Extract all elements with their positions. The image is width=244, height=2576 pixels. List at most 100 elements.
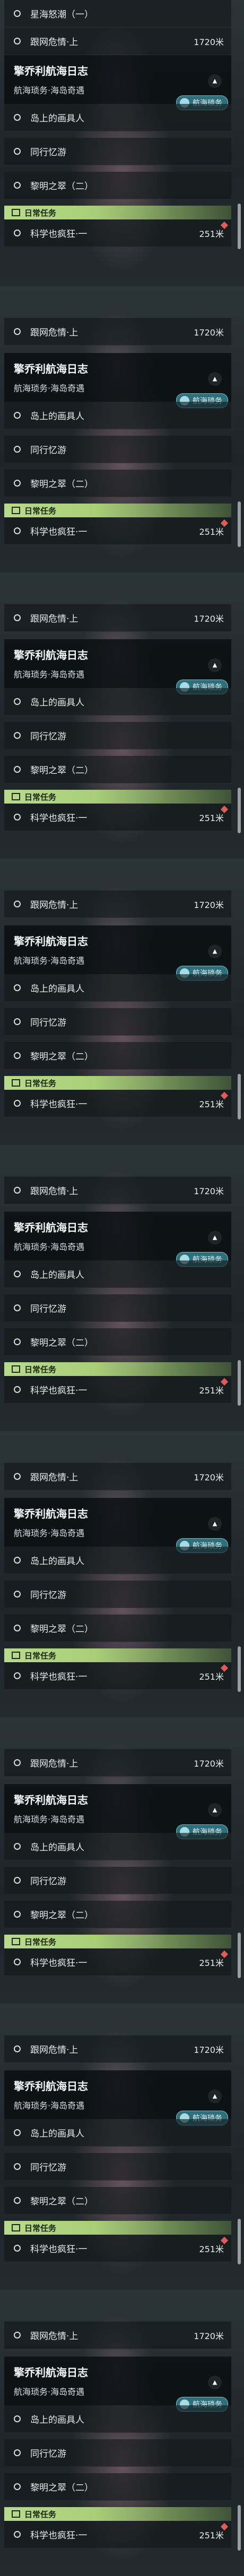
- quest-item[interactable]: 岛上的画具人: [4, 2119, 231, 2147]
- quest-item[interactable]: 同行忆游: [4, 1294, 231, 1322]
- quest-item-label: 岛上的画具人: [30, 2415, 84, 2425]
- quest-item[interactable]: 同行忆游: [4, 2439, 231, 2467]
- daily-task-banner: 日常任务: [4, 1362, 231, 1376]
- quest-distance: 251米: [199, 228, 224, 239]
- quest-distance: 1720米: [194, 37, 224, 47]
- scrollbar-thumb[interactable]: [238, 1074, 241, 1119]
- circle-icon: [14, 1018, 21, 1025]
- quest-item-label: 科学也疯狂·一: [30, 1099, 88, 1110]
- scrollbar-thumb[interactable]: [238, 204, 241, 249]
- quest-item[interactable]: 黎明之翠（二）: [4, 2187, 231, 2215]
- quest-item[interactable]: 科学也疯狂·一 251米: [4, 219, 231, 247]
- quest-group-header[interactable]: 擎乔利航海日志 航海琐务·海岛奇遇 ▲ 航海琐务: [4, 2070, 231, 2125]
- quest-group-header[interactable]: 擎乔利航海日志 航海琐务·海岛奇遇 ▲ 航海琐务: [4, 55, 231, 110]
- quest-group-header[interactable]: 擎乔利航海日志 航海琐务·海岛奇遇 ▲ 航海琐务: [4, 1498, 231, 1553]
- quest-list-page: 星海怒潮（一） 跟网危情·上 1720米 擎乔利航海日志 航海琐务·海岛奇遇 ▲ 航海琐务岛…: [0, 0, 244, 2576]
- collapse-caret-icon[interactable]: ▲: [208, 2089, 222, 2103]
- quest-item-label: 科学也疯狂·一: [30, 813, 88, 824]
- quest-item[interactable]: 科学也疯狂·一 251米: [4, 804, 231, 831]
- scrollbar-thumb[interactable]: [238, 1360, 241, 1406]
- circle-icon: [14, 480, 21, 487]
- daily-task-icon: [12, 1079, 20, 1087]
- quest-item[interactable]: 科学也疯狂·一 251米: [4, 1948, 231, 1976]
- collapse-caret-icon[interactable]: ▲: [208, 372, 222, 386]
- quest-item[interactable]: 岛上的画具人: [4, 104, 231, 131]
- quest-item[interactable]: 黎明之翠（二）: [4, 1615, 231, 1642]
- collapse-caret-icon[interactable]: ▲: [208, 1231, 222, 1245]
- quest-item[interactable]: 同行忆游: [4, 436, 231, 463]
- quest-item[interactable]: 科学也疯狂·一 251米: [4, 2521, 231, 2548]
- scrollbar-thumb[interactable]: [238, 2219, 241, 2264]
- collapse-caret-icon[interactable]: ▲: [208, 1803, 222, 1817]
- quest-item[interactable]: 跟网危情·上 1720米: [4, 1749, 231, 1777]
- quest-distance: 251米: [199, 813, 224, 823]
- quest-distance: 1720米: [194, 1472, 224, 1483]
- circle-icon: [14, 1759, 21, 1766]
- quest-item[interactable]: 岛上的画具人: [4, 1833, 231, 1860]
- quest-group-subtitle: 航海琐务·海岛奇遇: [14, 956, 85, 966]
- quest-item[interactable]: 同行忆游: [4, 1008, 231, 1036]
- quest-item[interactable]: 跟网危情·上 1720米: [4, 1177, 231, 1204]
- quest-item[interactable]: 同行忆游: [4, 2153, 231, 2181]
- daily-task-label: 日常任务: [24, 792, 57, 802]
- quest-item-label: 岛上的画具人: [30, 984, 84, 994]
- quest-item[interactable]: 黎明之翠（二）: [4, 2473, 231, 2501]
- quest-item[interactable]: 科学也疯狂·一 251米: [4, 1090, 231, 1117]
- quest-item[interactable]: 黎明之翠（二）: [4, 756, 231, 783]
- quest-group-header[interactable]: 擎乔利航海日志 航海琐务·海岛奇遇 ▲ 航海琐务: [4, 1784, 231, 1839]
- quest-item[interactable]: 岛上的画具人: [4, 688, 231, 716]
- quest-item[interactable]: 跟网危情·上 1720米: [4, 890, 231, 918]
- quest-item[interactable]: 跟网危情·上 1720米: [4, 2322, 231, 2349]
- quest-item[interactable]: 科学也疯狂·一 251米: [4, 2235, 231, 2262]
- quest-group-header[interactable]: 擎乔利航海日志 航海琐务·海岛奇遇 ▲ 航海琐务: [4, 353, 231, 408]
- quest-item[interactable]: 星海怒潮（一）: [4, 0, 231, 28]
- collapse-caret-icon[interactable]: ▲: [208, 74, 222, 88]
- quest-item[interactable]: 跟网危情·上 1720米: [4, 604, 231, 632]
- collapse-caret-icon[interactable]: ▲: [208, 2376, 222, 2389]
- quest-item[interactable]: 岛上的画具人: [4, 974, 231, 1002]
- quest-group-header[interactable]: 擎乔利航海日志 航海琐务·海岛奇遇 ▲ 航海琐务: [4, 2357, 231, 2412]
- quest-item[interactable]: 黎明之翠（二）: [4, 1042, 231, 1070]
- scrollbar-thumb[interactable]: [238, 788, 241, 833]
- quest-group-title: 擎乔利航海日志: [14, 1221, 88, 1234]
- quest-item[interactable]: 跟网危情·上 1720米: [4, 1463, 231, 1490]
- quest-item[interactable]: 科学也疯狂·一 251米: [4, 1662, 231, 1690]
- circle-icon: [14, 984, 21, 991]
- quest-item-label: 岛上的画具人: [30, 113, 84, 124]
- circle-icon: [14, 1338, 21, 1345]
- quest-item[interactable]: 跟网危情·上 1720米: [4, 318, 231, 346]
- collapse-caret-icon[interactable]: ▲: [208, 658, 222, 672]
- circle-icon: [14, 1625, 21, 1631]
- scrollbar-thumb[interactable]: [238, 1646, 241, 1692]
- circle-icon: [14, 2483, 21, 2490]
- quest-item[interactable]: 岛上的画具人: [4, 1547, 231, 1574]
- quest-group-header[interactable]: 擎乔利航海日志 航海琐务·海岛奇遇 ▲ 航海琐务: [4, 925, 231, 981]
- quest-item-label: 岛上的画具人: [30, 411, 84, 422]
- quest-item[interactable]: 同行忆游: [4, 1867, 231, 1894]
- quest-item-label: 岛上的画具人: [30, 698, 84, 708]
- scrollbar-thumb[interactable]: [238, 2505, 241, 2551]
- quest-item[interactable]: 同行忆游: [4, 138, 231, 165]
- quest-group-header[interactable]: 擎乔利航海日志 航海琐务·海岛奇遇 ▲ 航海琐务: [4, 1212, 231, 1267]
- quest-item[interactable]: 黎明之翠（二）: [4, 172, 231, 199]
- quest-item[interactable]: 跟网危情·上 1720米: [4, 28, 231, 55]
- circle-icon: [14, 2449, 21, 2456]
- quest-item[interactable]: 科学也疯狂·一 251米: [4, 517, 231, 545]
- quest-item[interactable]: 同行忆游: [4, 1581, 231, 1608]
- quest-item[interactable]: 黎明之翠（二）: [4, 1901, 231, 1928]
- quest-item[interactable]: 同行忆游: [4, 722, 231, 749]
- quest-item[interactable]: 科学也疯狂·一 251米: [4, 1376, 231, 1404]
- scrollbar-thumb[interactable]: [238, 501, 241, 547]
- quest-item[interactable]: 岛上的画具人: [4, 1260, 231, 1288]
- quest-item[interactable]: 黎明之翠（二）: [4, 1328, 231, 1356]
- quest-item[interactable]: 岛上的画具人: [4, 2405, 231, 2433]
- circle-icon: [14, 1959, 21, 1965]
- quest-distance: 251米: [199, 1957, 224, 1968]
- collapse-caret-icon[interactable]: ▲: [208, 945, 222, 958]
- quest-item[interactable]: 黎明之翠（二）: [4, 470, 231, 497]
- quest-group-header[interactable]: 擎乔利航海日志 航海琐务·海岛奇遇 ▲ 航海琐务: [4, 639, 231, 694]
- scrollbar-thumb[interactable]: [238, 1933, 241, 1978]
- quest-item[interactable]: 岛上的画具人: [4, 402, 231, 429]
- quest-item[interactable]: 跟网危情·上 1720米: [4, 2035, 231, 2063]
- collapse-caret-icon[interactable]: ▲: [208, 1517, 222, 1531]
